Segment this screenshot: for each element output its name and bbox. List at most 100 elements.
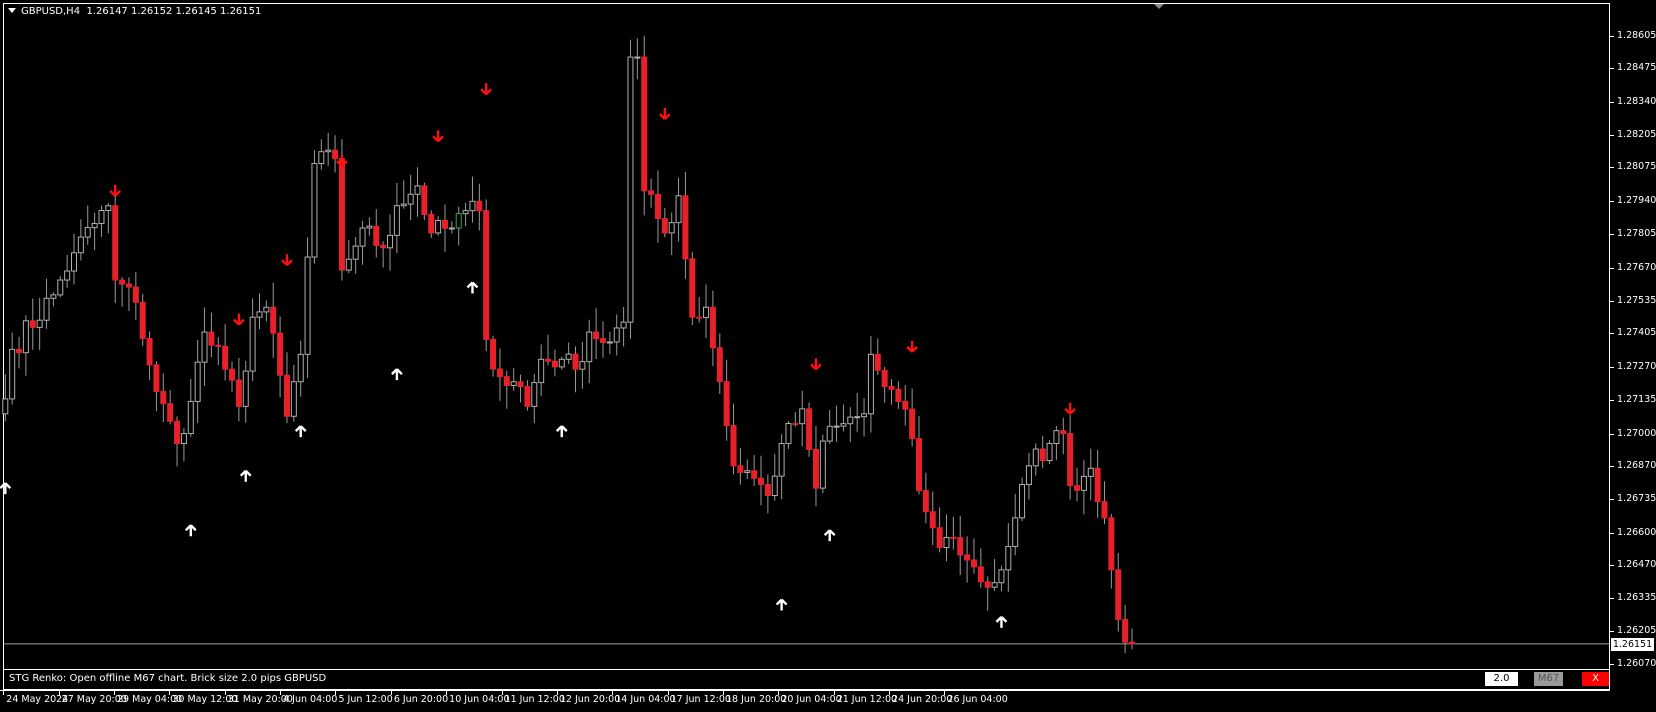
x-tick bbox=[833, 691, 835, 695]
x-tick bbox=[778, 691, 780, 695]
bullish-candle bbox=[435, 219, 442, 234]
bearish-candle bbox=[517, 381, 524, 388]
y-tick-label: 1.26600 bbox=[1617, 526, 1656, 538]
bullish-candle bbox=[455, 213, 462, 229]
bullish-candle bbox=[675, 195, 682, 224]
bearish-candle bbox=[490, 338, 497, 370]
bullish-candle bbox=[703, 306, 710, 319]
bullish-candle bbox=[448, 227, 455, 230]
y-tick bbox=[1610, 267, 1614, 269]
timeframe-button[interactable]: M67 bbox=[1534, 672, 1563, 686]
bearish-candle bbox=[332, 149, 339, 160]
bearish-candle bbox=[229, 368, 236, 381]
bearish-candle bbox=[441, 219, 448, 229]
bearish-candle bbox=[737, 465, 744, 473]
x-tick-label: 26 Jun 04:00 bbox=[947, 694, 1008, 705]
bullish-candle bbox=[469, 200, 476, 212]
bearish-candle bbox=[1115, 569, 1122, 620]
close-button[interactable]: X bbox=[1582, 672, 1609, 686]
bearish-candle bbox=[723, 381, 730, 427]
bullish-candle bbox=[1032, 448, 1039, 467]
brick-size-input[interactable]: 2.0 bbox=[1485, 672, 1518, 686]
bullish-candle bbox=[180, 433, 187, 445]
bearish-candle bbox=[503, 376, 510, 387]
bearish-candle bbox=[970, 559, 977, 568]
x-tick-label: 24 May 2024 bbox=[6, 694, 69, 705]
bullish-candle bbox=[668, 222, 675, 234]
bearish-candle bbox=[922, 490, 929, 513]
bullish-candle bbox=[998, 569, 1005, 584]
bullish-candle bbox=[297, 353, 304, 383]
buy-arrow-icon bbox=[184, 524, 197, 537]
bearish-candle bbox=[812, 449, 819, 489]
bullish-candle bbox=[194, 361, 201, 402]
dropdown-triangle-icon[interactable] bbox=[8, 8, 16, 13]
bullish-candle bbox=[785, 423, 792, 445]
bearish-candle bbox=[125, 283, 132, 288]
sell-arrow-icon bbox=[233, 313, 245, 326]
bearish-candle bbox=[139, 301, 146, 339]
bullish-candle bbox=[579, 361, 586, 370]
bullish-candle bbox=[1053, 430, 1060, 445]
bullish-candle bbox=[586, 331, 593, 363]
bullish-candle bbox=[799, 408, 806, 425]
bearish-candle bbox=[119, 279, 126, 285]
bullish-candle bbox=[393, 205, 400, 236]
bullish-candle bbox=[778, 443, 785, 477]
bearish-candle bbox=[167, 403, 174, 422]
bullish-candle bbox=[201, 331, 208, 363]
bullish-candle bbox=[1012, 517, 1019, 548]
bearish-candle bbox=[132, 286, 139, 303]
bearish-candle bbox=[957, 537, 964, 556]
bearish-candle bbox=[950, 536, 957, 539]
bullish-candle bbox=[43, 297, 50, 321]
bullish-candle bbox=[2, 398, 9, 415]
bearish-candle bbox=[696, 316, 703, 319]
y-tick bbox=[1610, 36, 1614, 37]
x-tick-label: 20 Jun 04:00 bbox=[781, 694, 842, 705]
bearish-candle bbox=[545, 358, 552, 362]
bullish-candle bbox=[400, 203, 407, 207]
bearish-candle bbox=[496, 368, 503, 378]
bullish-candle bbox=[414, 185, 421, 195]
y-tick bbox=[1610, 532, 1614, 534]
bullish-candle bbox=[50, 294, 57, 299]
buy-arrow-icon bbox=[555, 425, 568, 438]
y-tick bbox=[1610, 101, 1614, 103]
bearish-candle bbox=[641, 56, 648, 192]
bearish-candle bbox=[730, 425, 737, 467]
x-tick-label: 18 Jun 20:00 bbox=[725, 694, 787, 705]
x-tick bbox=[58, 691, 60, 695]
bearish-candle bbox=[682, 195, 689, 260]
bullish-candle bbox=[833, 425, 840, 428]
bullish-candle bbox=[840, 423, 847, 427]
y-tick-label: 1.27940 bbox=[1617, 194, 1656, 206]
bearish-candle bbox=[146, 337, 153, 366]
sell-arrow-icon bbox=[480, 83, 493, 96]
bearish-candle bbox=[208, 331, 215, 346]
bullish-candle bbox=[510, 381, 517, 387]
y-tick-label: 1.28205 bbox=[1617, 129, 1656, 141]
bearish-candle bbox=[1128, 641, 1135, 645]
bullish-candle bbox=[242, 370, 249, 407]
bullish-candle bbox=[22, 320, 29, 354]
sell-arrow-icon bbox=[906, 340, 918, 353]
price-chart[interactable] bbox=[0, 0, 1609, 668]
bearish-candle bbox=[1039, 448, 1046, 462]
bearish-candle bbox=[1108, 517, 1115, 571]
y-tick bbox=[1610, 598, 1614, 600]
symbol-label: GBPUSD,H4 bbox=[21, 6, 81, 17]
bearish-candle bbox=[689, 258, 696, 318]
bullish-candle bbox=[1019, 484, 1026, 519]
y-tick-label: 1.28475 bbox=[1617, 62, 1656, 74]
sell-arrow-icon bbox=[1064, 402, 1076, 415]
bullish-candle bbox=[91, 222, 98, 229]
bullish-candle bbox=[991, 582, 998, 588]
chart-shift-marker-icon[interactable] bbox=[1154, 4, 1164, 9]
bullish-candle bbox=[311, 163, 318, 258]
bearish-candle bbox=[895, 388, 902, 402]
bearish-candle bbox=[661, 218, 668, 234]
bullish-candle bbox=[847, 416, 854, 425]
y-tick bbox=[1610, 664, 1614, 665]
renko-panel: STG Renko: Open offline M67 chart. Brick… bbox=[3, 669, 1610, 690]
